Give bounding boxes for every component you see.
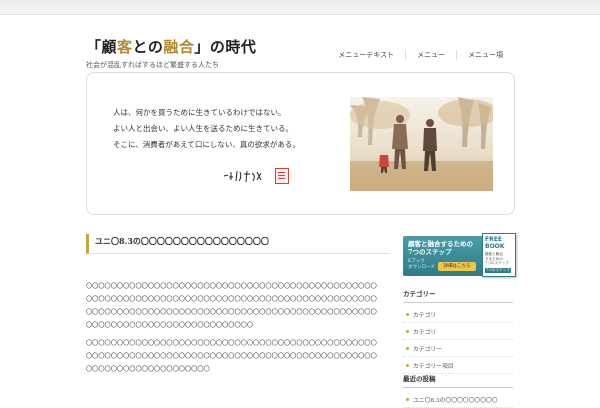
seal-stamp xyxy=(275,168,289,184)
banner-subtitle: Eブック ダウンロード xyxy=(408,259,435,270)
widget-link[interactable]: カテゴリ xyxy=(403,306,513,323)
book-tag: 7つのステップ xyxy=(485,268,511,273)
hero-quote: 人は、何かを買うために生きているわけではない。 よい人と出会い、よい人生を送るた… xyxy=(113,105,300,153)
nav-item-2[interactable]: メニュー xyxy=(405,50,456,60)
hero-quote-line-1: 人は、何かを買うために生きているわけではない。 xyxy=(113,108,286,117)
sidebar-widget-categories: カテゴリー カテゴリ カテゴリ カテゴリー カテゴリー項目 xyxy=(403,288,513,374)
book-cover-image: FREE BOOK 顧客と融合 するための 7つのステップ 7つのステップ xyxy=(482,233,516,277)
signature-image xyxy=(223,170,262,183)
site-title[interactable]: 「顧客との融合」の時代 xyxy=(86,36,256,57)
post-body: 〇〇〇〇〇〇〇〇〇〇〇〇〇〇〇〇〇〇〇〇〇〇〇〇〇〇〇〇〇〇〇〇〇〇〇〇〇〇〇〇… xyxy=(86,280,381,381)
post-paragraph-1: 〇〇〇〇〇〇〇〇〇〇〇〇〇〇〇〇〇〇〇〇〇〇〇〇〇〇〇〇〇〇〇〇〇〇〇〇〇〇〇〇… xyxy=(86,283,377,329)
site-tagline: 社会が混乱すればするほど繁盛する人たち xyxy=(86,61,219,69)
widget-link[interactable]: カテゴリ xyxy=(403,323,513,340)
hero-panel: 人は、何かを買うために生きているわけではない。 よい人と出会い、よい人生を送るた… xyxy=(86,72,515,215)
global-nav: メニューテキスト メニュー メニュー項 xyxy=(327,50,514,60)
hero-quote-line-3: そこに、消費者があえて口にしない、真の欲求がある。 xyxy=(113,140,300,149)
hero-quote-line-2: よい人と出会い、よい人生を送るために生きている。 xyxy=(113,124,293,133)
top-band xyxy=(0,0,600,15)
widget-link[interactable]: カテゴリー xyxy=(403,340,513,357)
widget-link[interactable]: カテゴリー項目 xyxy=(403,357,513,374)
post-paragraph-2: 〇〇〇〇〇〇〇〇〇〇〇〇〇〇〇〇〇〇〇〇〇〇〇〇〇〇〇〇〇〇〇〇〇〇〇〇〇〇〇〇… xyxy=(86,340,377,373)
post-title[interactable]: ユニ〇8.3の〇〇〇〇〇〇〇〇〇〇〇〇〇〇〇〇 xyxy=(86,234,390,254)
widget-title: カテゴリー xyxy=(403,288,513,303)
nav-item-1[interactable]: メニューテキスト xyxy=(327,50,405,60)
widget-list: カテゴリ カテゴリ カテゴリー カテゴリー項目 xyxy=(403,306,513,374)
site-logo[interactable]: 「顧客との融合」の時代 社会が混乱すればするほど繁盛する人たち xyxy=(86,36,256,70)
banner-title: 顧客と融合するための 7つのステップ xyxy=(408,240,473,256)
book-description: 顧客と融合 するための 7つのステップ xyxy=(485,252,509,265)
book-free-label: FREE BOOK xyxy=(485,236,505,250)
ebook-banner[interactable]: 顧客と融合するための 7つのステップ Eブック ダウンロード 詳細はこちら FR… xyxy=(403,233,516,277)
widget-title: 最近の投稿 xyxy=(403,373,513,388)
nav-item-3[interactable]: メニュー項 xyxy=(456,50,514,60)
hero-photo xyxy=(350,97,493,191)
sidebar-widget-recent: 最近の投稿 ユニ〇8.3の〇〇〇〇〇〇〇〇〇 xyxy=(403,373,513,408)
banner-details-button[interactable]: 詳細はこちら xyxy=(438,262,476,271)
